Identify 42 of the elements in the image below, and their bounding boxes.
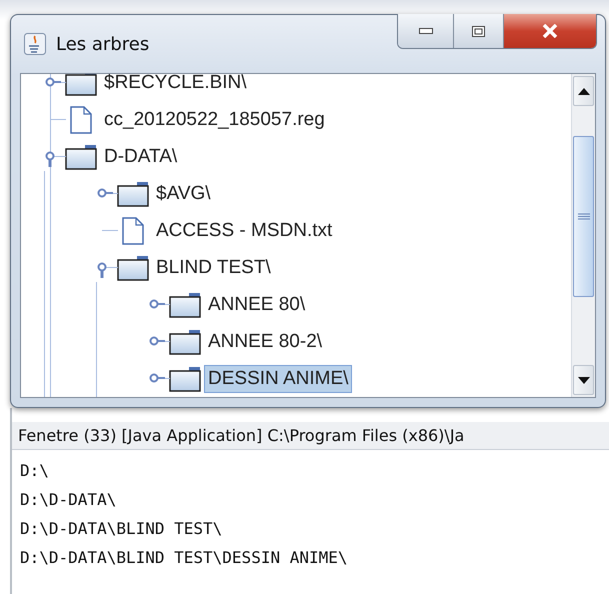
tree-item[interactable]: D-DATA\ xyxy=(100,142,182,170)
tree-item[interactable]: DESSIN ANIME\ xyxy=(204,364,352,392)
console-line: D:\D-DATA\BLIND TEST\DESSIN ANIME\ xyxy=(20,547,349,569)
tree-item[interactable]: BLIND TEST\ xyxy=(152,254,275,282)
close-button[interactable] xyxy=(504,14,596,48)
console-header: Fenetre (33) [Java Application] C:\Program Files (x86)\Ja xyxy=(12,422,609,450)
grip-icon xyxy=(578,213,590,220)
tree-item[interactable]: ANNEE 80\ xyxy=(204,290,310,318)
tree-toggle-icon[interactable] xyxy=(97,262,107,278)
up-arrow-icon xyxy=(578,88,590,94)
app-icon xyxy=(24,33,46,55)
down-arrow-icon xyxy=(578,376,590,384)
tree-toggle-icon[interactable] xyxy=(149,299,165,309)
tree-toggle-icon[interactable] xyxy=(45,77,61,87)
folder-icon xyxy=(117,180,149,206)
minimize-icon xyxy=(418,28,432,34)
folder-icon xyxy=(65,144,97,170)
tree-item[interactable]: ANNEE 80-2\ xyxy=(204,328,326,356)
tree-toggle-icon[interactable] xyxy=(45,151,55,167)
tree-toggle-icon[interactable] xyxy=(149,373,165,383)
folder-icon xyxy=(169,328,201,354)
tree-toggle-icon[interactable] xyxy=(97,188,113,198)
scrollbar[interactable] xyxy=(571,74,595,397)
console-line: D:\ xyxy=(20,460,50,482)
maximize-button[interactable] xyxy=(454,14,504,48)
console-line: D:\D-DATA\BLIND TEST\ xyxy=(20,518,224,540)
maximize-icon xyxy=(472,26,485,36)
scroll-down-button[interactable] xyxy=(573,365,594,395)
tree-item[interactable]: ACCESS - MSDN.txt xyxy=(152,216,336,244)
scroll-thumb[interactable] xyxy=(573,136,594,297)
tree-item[interactable]: cc_20120522_185057.reg xyxy=(100,106,329,134)
tree-toggle-icon[interactable] xyxy=(149,336,165,346)
folder-icon xyxy=(169,366,201,392)
tree-item[interactable]: $AVG\ xyxy=(152,180,215,208)
minimize-button[interactable] xyxy=(398,14,454,48)
window-title: Les arbres xyxy=(56,34,150,54)
folder-icon xyxy=(65,74,97,96)
folder-icon xyxy=(117,254,149,280)
folder-icon xyxy=(169,292,201,318)
console-line: D:\D-DATA\ xyxy=(20,489,118,511)
close-icon xyxy=(542,24,558,38)
scroll-up-button[interactable] xyxy=(573,76,594,106)
